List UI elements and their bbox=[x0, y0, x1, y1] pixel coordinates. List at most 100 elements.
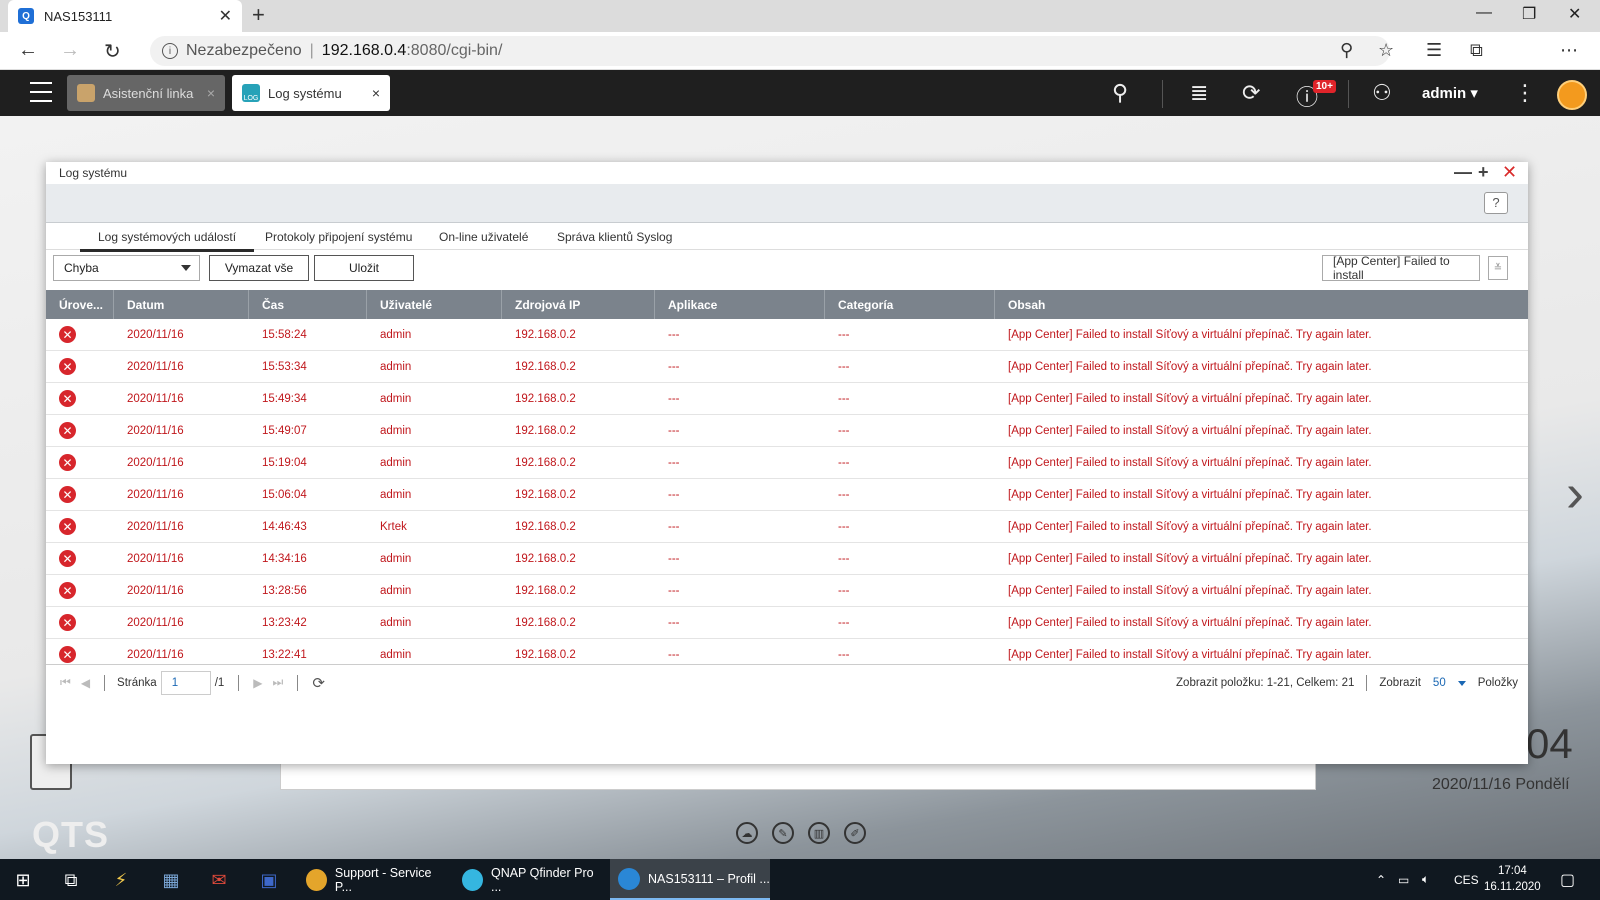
calculator-icon[interactable]: ▦ bbox=[160, 869, 182, 891]
level-cell: ✕ bbox=[46, 415, 114, 446]
level-cell: ✕ bbox=[46, 383, 114, 414]
close-tab-icon[interactable]: × bbox=[372, 85, 380, 101]
taskbar-app-chrome[interactable]: Support - Service P... bbox=[298, 859, 446, 900]
sync-icon[interactable]: ⟳ bbox=[1242, 80, 1260, 106]
close-tab-icon[interactable]: × bbox=[207, 85, 215, 101]
prev-page-icon[interactable]: ◀ bbox=[81, 676, 90, 690]
table-row[interactable]: ✕ 2020/11/16 13:23:42 admin 192.168.0.2 --- --… bbox=[46, 607, 1528, 639]
dock-cloud-icon[interactable]: ☁ bbox=[736, 822, 758, 844]
notification-center-icon[interactable]: ▢ bbox=[1560, 859, 1575, 900]
mail-icon[interactable]: ✉ bbox=[208, 869, 230, 891]
task-view-icon[interactable]: ⧉ bbox=[60, 869, 82, 891]
search-input[interactable]: [App Center] Failed to install bbox=[1322, 254, 1480, 282]
col-application[interactable]: Aplikace bbox=[655, 290, 825, 319]
col-time[interactable]: Čas bbox=[249, 290, 367, 319]
next-page-icon[interactable]: ▶ bbox=[253, 676, 262, 690]
error-level-icon: ✕ bbox=[59, 486, 76, 503]
new-tab-button[interactable]: + bbox=[252, 4, 265, 26]
tab-online-users[interactable]: On-line uživatelé bbox=[439, 230, 528, 249]
taskbar-app-edge[interactable]: NAS153111 – Profil ... bbox=[610, 859, 770, 900]
next-page-arrow-icon[interactable]: › bbox=[1566, 462, 1584, 524]
col-source-ip[interactable]: Zdrojová IP bbox=[502, 290, 655, 319]
per-page-select[interactable]: 50 bbox=[1433, 677, 1446, 689]
col-date[interactable]: Datum bbox=[114, 290, 249, 319]
severity-select[interactable]: Chyba bbox=[53, 255, 200, 281]
table-row[interactable]: ✕ 2020/11/16 13:28:56 admin 192.168.0.2 --- --… bbox=[46, 575, 1528, 607]
table-row[interactable]: ✕ 2020/11/16 13:22:41 admin 192.168.0.2 --- --… bbox=[46, 639, 1528, 664]
table-row[interactable]: ✕ 2020/11/16 15:49:07 admin 192.168.0.2 --- --… bbox=[46, 415, 1528, 447]
volume-icon[interactable]: 🔈︎ bbox=[1422, 859, 1429, 900]
col-user[interactable]: Uživatelé bbox=[367, 290, 502, 319]
notification-badge: 10+ bbox=[1313, 80, 1336, 93]
close-tab-icon[interactable]: ✕ bbox=[219, 6, 232, 26]
tab-connection-logs[interactable]: Protokoly připojení systému bbox=[265, 230, 412, 249]
app-cell: --- bbox=[668, 392, 680, 405]
reload-icon[interactable]: ↻ bbox=[104, 39, 121, 64]
user-icon[interactable]: ⚇ bbox=[1372, 80, 1392, 106]
tab-helpdesk[interactable]: Asistenční linka × bbox=[67, 75, 225, 111]
info-icon[interactable]: i bbox=[162, 43, 178, 59]
browser-tab[interactable]: Q NAS153111 ✕ bbox=[8, 0, 242, 32]
collections-icon[interactable]: ⧉ bbox=[1470, 40, 1483, 61]
table-row[interactable]: ✕ 2020/11/16 15:19:04 admin 192.168.0.2 --- --… bbox=[46, 447, 1528, 479]
search-options-icon[interactable]: ≚ bbox=[1488, 256, 1508, 280]
refresh-icon[interactable]: ⟳ bbox=[312, 674, 325, 692]
tab-system-log[interactable]: LOG Log systému × bbox=[232, 75, 390, 111]
ip-cell: 192.168.0.2 bbox=[515, 648, 576, 661]
table-row[interactable]: ✕ 2020/11/16 15:58:24 admin 192.168.0.2 --- --… bbox=[46, 319, 1528, 351]
more-options-icon[interactable]: ⋮ bbox=[1514, 80, 1536, 106]
table-row[interactable]: ✕ 2020/11/16 15:49:34 admin 192.168.0.2 --- --… bbox=[46, 383, 1528, 415]
zoom-icon[interactable]: ⚲ bbox=[1340, 40, 1353, 61]
category-cell: --- bbox=[838, 424, 850, 437]
app-cell: --- bbox=[668, 584, 680, 597]
favorite-star-icon[interactable]: ☆ bbox=[1378, 40, 1394, 61]
table-row[interactable]: ✕ 2020/11/16 15:53:34 admin 192.168.0.2 --- --… bbox=[46, 351, 1528, 383]
windows-start-icon[interactable]: ⊞ bbox=[12, 869, 34, 891]
favorites-list-icon[interactable]: ☰ bbox=[1426, 40, 1442, 61]
help-button[interactable]: ? bbox=[1484, 192, 1508, 214]
app-cell: --- bbox=[668, 488, 680, 501]
maximize-icon[interactable]: + bbox=[1478, 162, 1489, 183]
last-page-icon[interactable]: ⏭ bbox=[273, 675, 284, 690]
dock-tools-icon[interactable]: ✎ bbox=[772, 822, 794, 844]
minimize-icon[interactable]: — bbox=[1454, 162, 1472, 183]
input-language[interactable]: CES bbox=[1454, 859, 1479, 900]
minimize-window-button[interactable]: — bbox=[1476, 4, 1492, 22]
table-row[interactable]: ✕ 2020/11/16 15:06:04 admin 192.168.0.2 --- --… bbox=[46, 479, 1528, 511]
network-icon[interactable]: ▭ bbox=[1398, 859, 1409, 900]
save-button[interactable]: Uložit bbox=[314, 255, 414, 281]
pinned-app-icon[interactable]: ⚡ bbox=[110, 869, 132, 891]
forward-icon[interactable]: → bbox=[60, 39, 80, 62]
restore-window-button[interactable]: ❐ bbox=[1522, 4, 1536, 24]
url-field[interactable]: i Nezabezpečeno | 192.168.0.4 :8080/cgi-… bbox=[150, 36, 1390, 66]
dock-notes-icon[interactable]: ✐ bbox=[844, 822, 866, 844]
taskbar-clock[interactable]: 17:04 16.11.2020 bbox=[1484, 863, 1541, 895]
divider bbox=[1162, 80, 1163, 108]
col-level[interactable]: Úrove... bbox=[46, 290, 114, 319]
time-cell: 15:53:34 bbox=[262, 360, 307, 373]
dock-manual-icon[interactable]: ▥ bbox=[808, 822, 830, 844]
col-content[interactable]: Obsah bbox=[995, 290, 1528, 319]
tab-syslog-clients[interactable]: Správa klientů Syslog bbox=[557, 230, 672, 249]
page-number-input[interactable]: 1 bbox=[160, 670, 211, 695]
background-tasks-icon[interactable]: ≣ bbox=[1190, 80, 1208, 106]
more-menu-icon[interactable]: ⋯ bbox=[1560, 40, 1578, 61]
table-row[interactable]: ✕ 2020/11/16 14:46:43 Krtek 192.168.0.2 --- --… bbox=[46, 511, 1528, 543]
first-page-icon[interactable]: ⏮ bbox=[60, 675, 71, 690]
close-window-button[interactable]: ✕ bbox=[1568, 4, 1581, 24]
user-menu[interactable]: admin ▾ bbox=[1422, 84, 1478, 102]
content-cell: [App Center] Failed to install Síťový a … bbox=[1008, 328, 1372, 341]
search-icon[interactable]: ⚲ bbox=[1112, 80, 1128, 106]
taskbar-app-qfinder[interactable]: QNAP Qfinder Pro ... bbox=[454, 859, 602, 900]
clear-all-button[interactable]: Vymazat vše bbox=[209, 255, 309, 281]
chevron-down-icon[interactable] bbox=[1457, 680, 1466, 686]
back-icon[interactable]: ← bbox=[18, 39, 38, 62]
save-disk-icon[interactable]: ▣ bbox=[258, 869, 280, 891]
table-row[interactable]: ✕ 2020/11/16 14:34:16 admin 192.168.0.2 --- --… bbox=[46, 543, 1528, 575]
close-icon[interactable]: ✕ bbox=[1502, 162, 1517, 183]
tab-system-events[interactable]: Log systémových událostí bbox=[80, 230, 255, 252]
col-category[interactable]: Categoría bbox=[825, 290, 995, 319]
tray-chevron-up-icon[interactable]: ⌃ bbox=[1376, 859, 1386, 900]
main-menu-icon[interactable] bbox=[30, 82, 52, 102]
dashboard-gauge-icon[interactable] bbox=[1557, 80, 1587, 110]
